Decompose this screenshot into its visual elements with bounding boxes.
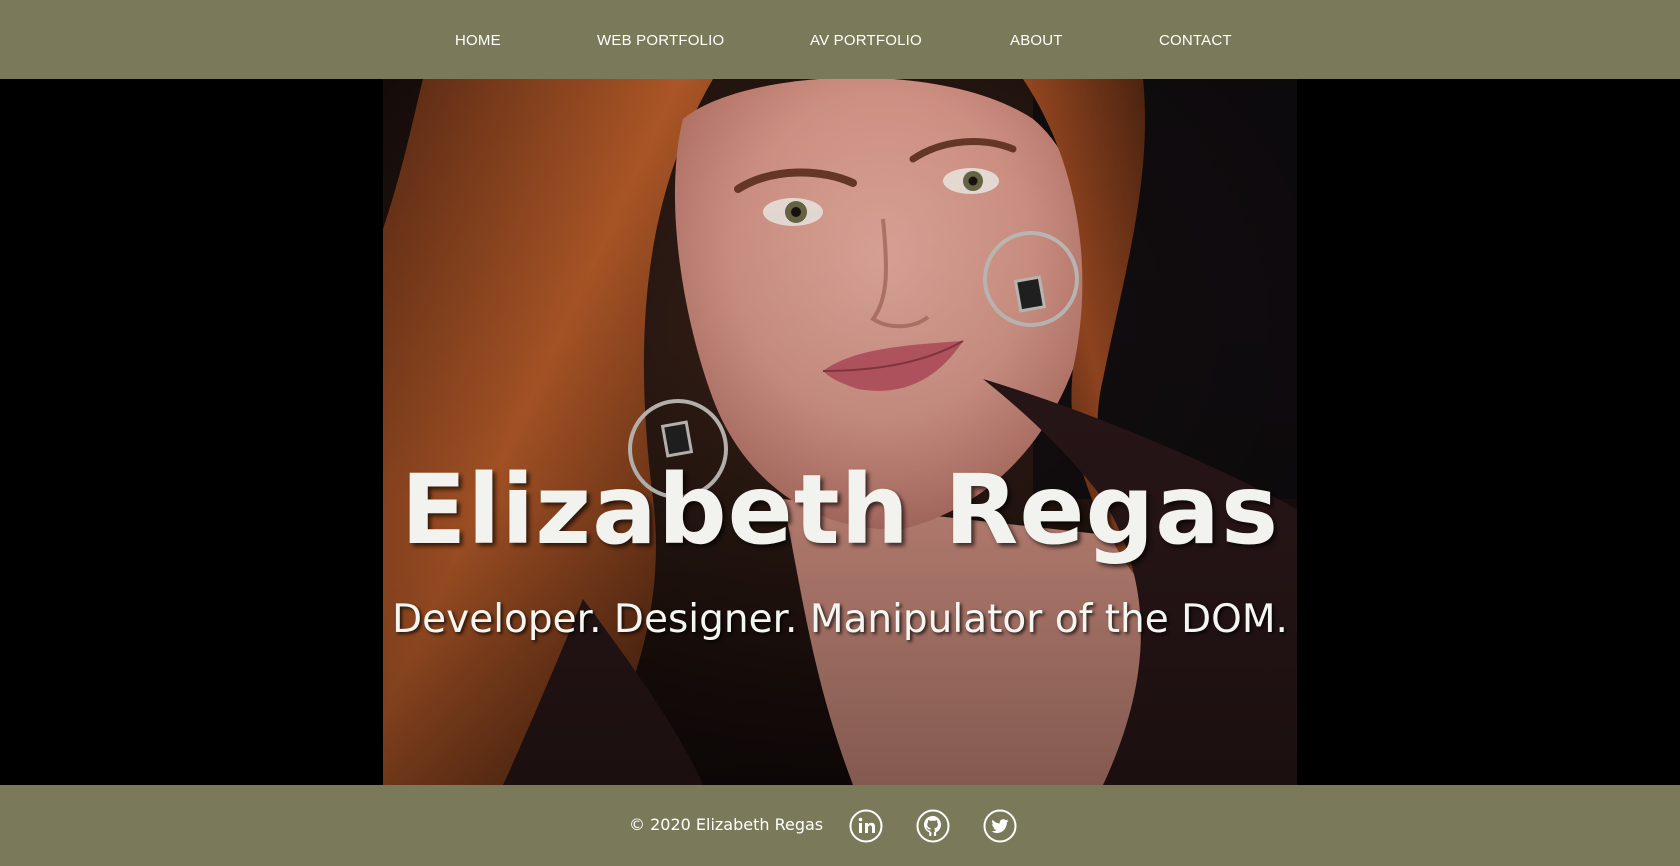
twitter-icon[interactable] bbox=[983, 809, 1017, 843]
nav-av-portfolio-link[interactable]: AV PORTFOLIO bbox=[810, 31, 922, 51]
hero-name-heading: Elizabeth Regas bbox=[400, 454, 1280, 566]
copyright-text: © 2020 Elizabeth Regas bbox=[629, 815, 824, 834]
linkedin-icon[interactable] bbox=[849, 809, 883, 843]
footer-bar: © 2020 Elizabeth Regas bbox=[0, 785, 1680, 866]
top-navigation-bar: HOME WEB PORTFOLIO AV PORTFOLIO ABOUT CO… bbox=[0, 0, 1680, 79]
nav-about-link[interactable]: ABOUT bbox=[1010, 31, 1063, 51]
nav-home-link[interactable]: HOME bbox=[455, 31, 501, 51]
nav-contact-link[interactable]: CONTACT bbox=[1159, 31, 1232, 51]
hero-portrait-photo bbox=[383, 79, 1297, 785]
github-icon[interactable] bbox=[916, 809, 950, 843]
page: HOME WEB PORTFOLIO AV PORTFOLIO ABOUT CO… bbox=[0, 0, 1680, 866]
hero-tagline: Developer. Designer. Manipulator of the … bbox=[392, 597, 1288, 642]
nav-web-portfolio-link[interactable]: WEB PORTFOLIO bbox=[597, 31, 724, 51]
hero-section: Elizabeth Regas Developer. Designer. Man… bbox=[383, 79, 1297, 785]
